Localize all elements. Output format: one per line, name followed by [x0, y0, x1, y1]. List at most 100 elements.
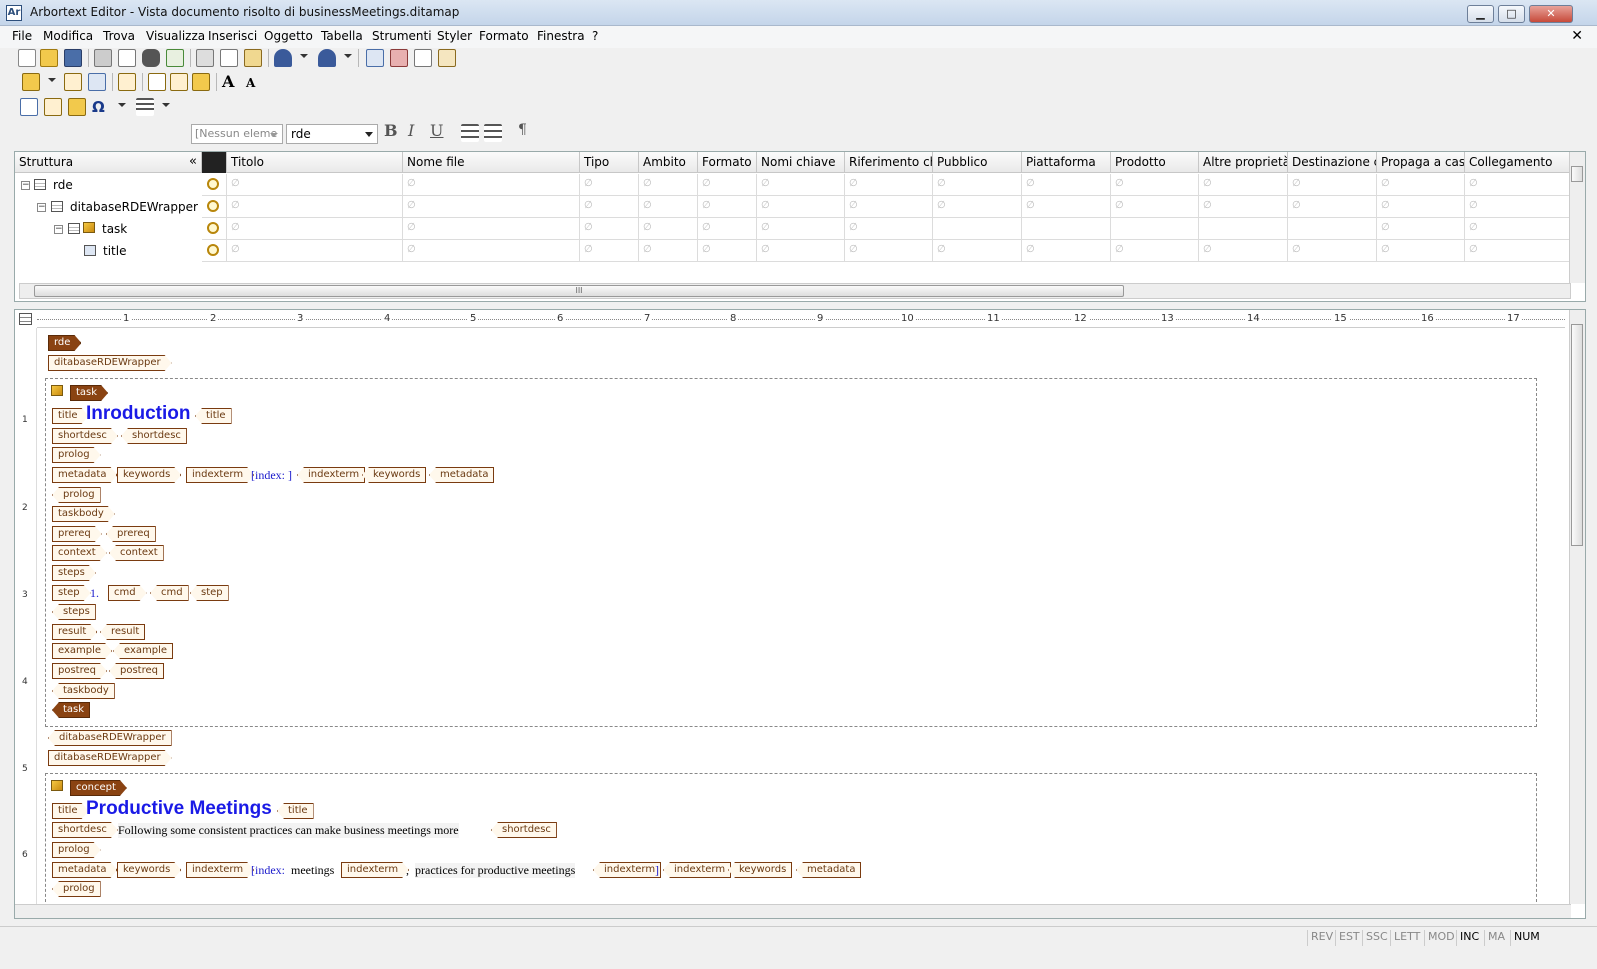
scrollbar-thumb[interactable]: [1571, 324, 1583, 546]
column-header-nome-file[interactable]: Nome file: [403, 152, 580, 173]
redo-dropdown-icon[interactable]: [344, 54, 352, 58]
cell-empty[interactable]: ∅: [1288, 196, 1377, 218]
column-header-riferimento[interactable]: Riferimento chi: [845, 152, 933, 173]
tag-indexterm-open-2[interactable]: indexterm: [186, 862, 254, 878]
table-grid-icon[interactable]: [19, 313, 32, 325]
cell-empty[interactable]: ∅: [1288, 174, 1377, 196]
cell-empty[interactable]: ∅: [757, 196, 845, 218]
split-element-icon[interactable]: [88, 73, 106, 91]
cell-empty[interactable]: ∅: [1111, 240, 1199, 262]
cell-empty[interactable]: ∅: [845, 218, 933, 240]
menu-oggetto[interactable]: Oggetto: [264, 29, 313, 43]
cell-empty[interactable]: ∅: [403, 196, 580, 218]
tag-metadata-open-2[interactable]: metadata: [52, 862, 117, 878]
collapse-icon[interactable]: −: [21, 181, 30, 190]
menu-modifica[interactable]: Modifica: [43, 29, 93, 43]
line-spacing-icon[interactable]: [136, 98, 154, 116]
insert-link-icon[interactable]: [44, 98, 62, 116]
cell-empty[interactable]: ∅: [1022, 174, 1111, 196]
paste-icon[interactable]: [244, 49, 262, 67]
bulleted-list-icon[interactable]: [484, 124, 502, 142]
show-paragraph-marks-button[interactable]: ¶: [518, 122, 527, 138]
tag-keywords-close-2[interactable]: keywords: [728, 862, 793, 878]
cell-empty[interactable]: ∅: [403, 240, 580, 262]
tag-title-close-2[interactable]: title: [277, 803, 314, 819]
column-header-piattaforma[interactable]: Piattaforma: [1022, 152, 1111, 173]
open-reference-icon[interactable]: [202, 240, 227, 262]
cell-empty[interactable]: ∅: [933, 174, 1022, 196]
tag-metadata-close-2[interactable]: metadata: [796, 862, 862, 878]
cell-empty[interactable]: ∅: [933, 196, 1022, 218]
tag-prolog-open[interactable]: prolog: [52, 447, 101, 463]
minimize-button[interactable]: ▁: [1467, 5, 1494, 23]
insert-equation-icon[interactable]: [414, 49, 432, 67]
cell-empty[interactable]: ∅: [1377, 196, 1465, 218]
numbered-list-icon[interactable]: [461, 124, 479, 142]
column-header-altre-proprieta[interactable]: Altre proprietà: [1199, 152, 1288, 173]
italic-button[interactable]: I: [408, 121, 414, 140]
document-edit-pane[interactable]: 1 2 3 4 5 6 7 8 9 10 11 12 13 14 15 16 1…: [14, 309, 1586, 919]
tag-steps-close[interactable]: steps: [52, 604, 96, 620]
tag-prolog-close[interactable]: prolog: [52, 487, 101, 503]
tag-indexterm-open-3[interactable]: indexterm: [341, 862, 409, 878]
document-horizontal-scrollbar[interactable]: [15, 904, 1571, 918]
tag-prereq-open[interactable]: prereq: [52, 526, 102, 542]
tag-wrapper-close[interactable]: ditabaseRDEWrapper: [48, 730, 172, 746]
menu-help[interactable]: ?: [592, 29, 598, 43]
scrollbar-thumb[interactable]: III: [34, 285, 1124, 297]
cell-empty[interactable]: ∅: [1465, 218, 1575, 240]
insert-file-icon[interactable]: [68, 98, 86, 116]
insert-xref-icon[interactable]: [20, 98, 38, 116]
print-icon[interactable]: [94, 49, 112, 67]
cell-empty[interactable]: ∅: [580, 174, 639, 196]
cell-empty[interactable]: ∅: [1111, 174, 1199, 196]
tag-context-close[interactable]: context: [109, 545, 164, 561]
cell-blank[interactable]: [1199, 218, 1288, 240]
cell-empty[interactable]: ∅: [580, 196, 639, 218]
menu-finestra[interactable]: Finestra: [537, 29, 585, 43]
menu-styler[interactable]: Styler: [437, 29, 472, 43]
tag-metadata-open[interactable]: metadata: [52, 467, 117, 483]
cell-empty[interactable]: ∅: [698, 174, 757, 196]
tag-result-close[interactable]: result: [100, 624, 146, 640]
tag-taskbody-open[interactable]: taskbody: [52, 506, 115, 522]
special-character-dropdown-icon[interactable]: [118, 103, 126, 107]
menu-visualizza[interactable]: Visualizza: [146, 29, 205, 43]
cell-empty[interactable]: ∅: [403, 218, 580, 240]
cell-empty[interactable]: ∅: [698, 196, 757, 218]
tag-concept-open[interactable]: concept: [70, 780, 127, 796]
shortdesc-text[interactable]: Following some consistent practices can …: [118, 823, 459, 838]
bold-button[interactable]: B: [384, 121, 398, 140]
index-placeholder[interactable]: [index: ]: [251, 468, 292, 483]
cell-blank[interactable]: [1022, 218, 1111, 240]
tag-example-open[interactable]: example: [52, 643, 112, 659]
cell-empty[interactable]: ∅: [933, 240, 1022, 262]
line-spacing-dropdown-icon[interactable]: [162, 103, 170, 107]
map-vertical-scrollbar[interactable]: [1569, 152, 1585, 283]
tag-task-close[interactable]: task: [52, 702, 91, 718]
menu-inserisci[interactable]: Inserisci: [208, 29, 257, 43]
tag-indexterm-close-2[interactable]: indexterm: [663, 862, 732, 878]
copy-icon[interactable]: [220, 49, 238, 67]
open-reference-icon[interactable]: [202, 218, 227, 240]
underline-button[interactable]: U: [430, 121, 443, 140]
collapse-pane-icon[interactable]: «: [189, 154, 197, 169]
tag-cmd-close[interactable]: cmd: [150, 585, 189, 601]
tag-result-open[interactable]: result: [52, 624, 97, 640]
concept-heading[interactable]: Productive Meetings: [86, 798, 272, 820]
tag-shortdesc-open[interactable]: shortdesc: [52, 428, 118, 444]
cell-blank[interactable]: [1288, 218, 1377, 240]
insert-markup-dropdown-icon[interactable]: [48, 78, 56, 82]
cell-empty[interactable]: ∅: [1199, 196, 1288, 218]
map-row-task[interactable]: − task ∅ ∅ ∅ ∅ ∅ ∅ ∅ ∅ ∅: [15, 218, 1575, 240]
insert-graphic-icon[interactable]: [390, 49, 408, 67]
tag-display-icon[interactable]: [192, 73, 210, 91]
map-row-wrapper[interactable]: − ditabaseRDEWrapper ∅ ∅ ∅ ∅ ∅ ∅ ∅ ∅ ∅ ∅…: [15, 196, 1575, 218]
cell-empty[interactable]: ∅: [639, 240, 698, 262]
close-button[interactable]: ✕: [1529, 5, 1573, 23]
cell-empty[interactable]: ∅: [639, 218, 698, 240]
cell-empty[interactable]: ∅: [1465, 174, 1575, 196]
tag-example-close[interactable]: example: [113, 643, 174, 659]
cell-empty[interactable]: ∅: [1377, 174, 1465, 196]
menu-tabella[interactable]: Tabella: [321, 29, 363, 43]
